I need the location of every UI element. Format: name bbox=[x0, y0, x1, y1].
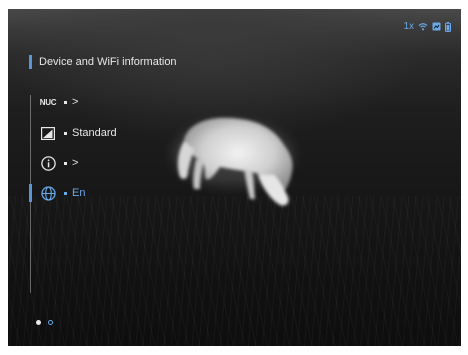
picture-mode-icon bbox=[39, 125, 57, 141]
page-indicator bbox=[36, 320, 53, 325]
menu-item-value: > bbox=[72, 157, 79, 169]
bullet bbox=[64, 191, 67, 195]
page-dot-current[interactable] bbox=[36, 320, 41, 325]
menu-title-text: Device and WiFi information bbox=[39, 56, 177, 68]
info-icon bbox=[39, 155, 57, 171]
menu-item-value: Standard bbox=[72, 127, 117, 139]
menu-item-info[interactable]: > bbox=[39, 154, 78, 172]
menu-item-language[interactable]: En bbox=[39, 184, 85, 202]
page-dot[interactable] bbox=[48, 320, 53, 325]
bullet bbox=[64, 161, 67, 165]
menu-item-picture-mode[interactable]: Standard bbox=[39, 124, 117, 142]
wifi-icon bbox=[418, 23, 428, 31]
bullet bbox=[64, 131, 67, 135]
title-accent-bar bbox=[29, 55, 32, 69]
menu-item-value: > bbox=[72, 96, 79, 108]
menu-title: Device and WiFi information bbox=[29, 55, 177, 69]
nuc-icon: NUC bbox=[39, 97, 57, 107]
thermal-viewfinder: 1x Device and WiFi information NUC > Sta… bbox=[8, 9, 461, 346]
menu-item-nuc[interactable]: NUC > bbox=[39, 93, 79, 111]
menu-item-value: En bbox=[72, 187, 86, 199]
globe-icon bbox=[39, 185, 57, 201]
menu-scroll-thumb[interactable] bbox=[29, 184, 32, 202]
bullet bbox=[64, 100, 67, 104]
battery-icon bbox=[445, 21, 451, 32]
zoom-level: 1x bbox=[403, 21, 414, 32]
status-bar: 1x bbox=[403, 21, 451, 32]
recording-icon bbox=[432, 22, 441, 31]
